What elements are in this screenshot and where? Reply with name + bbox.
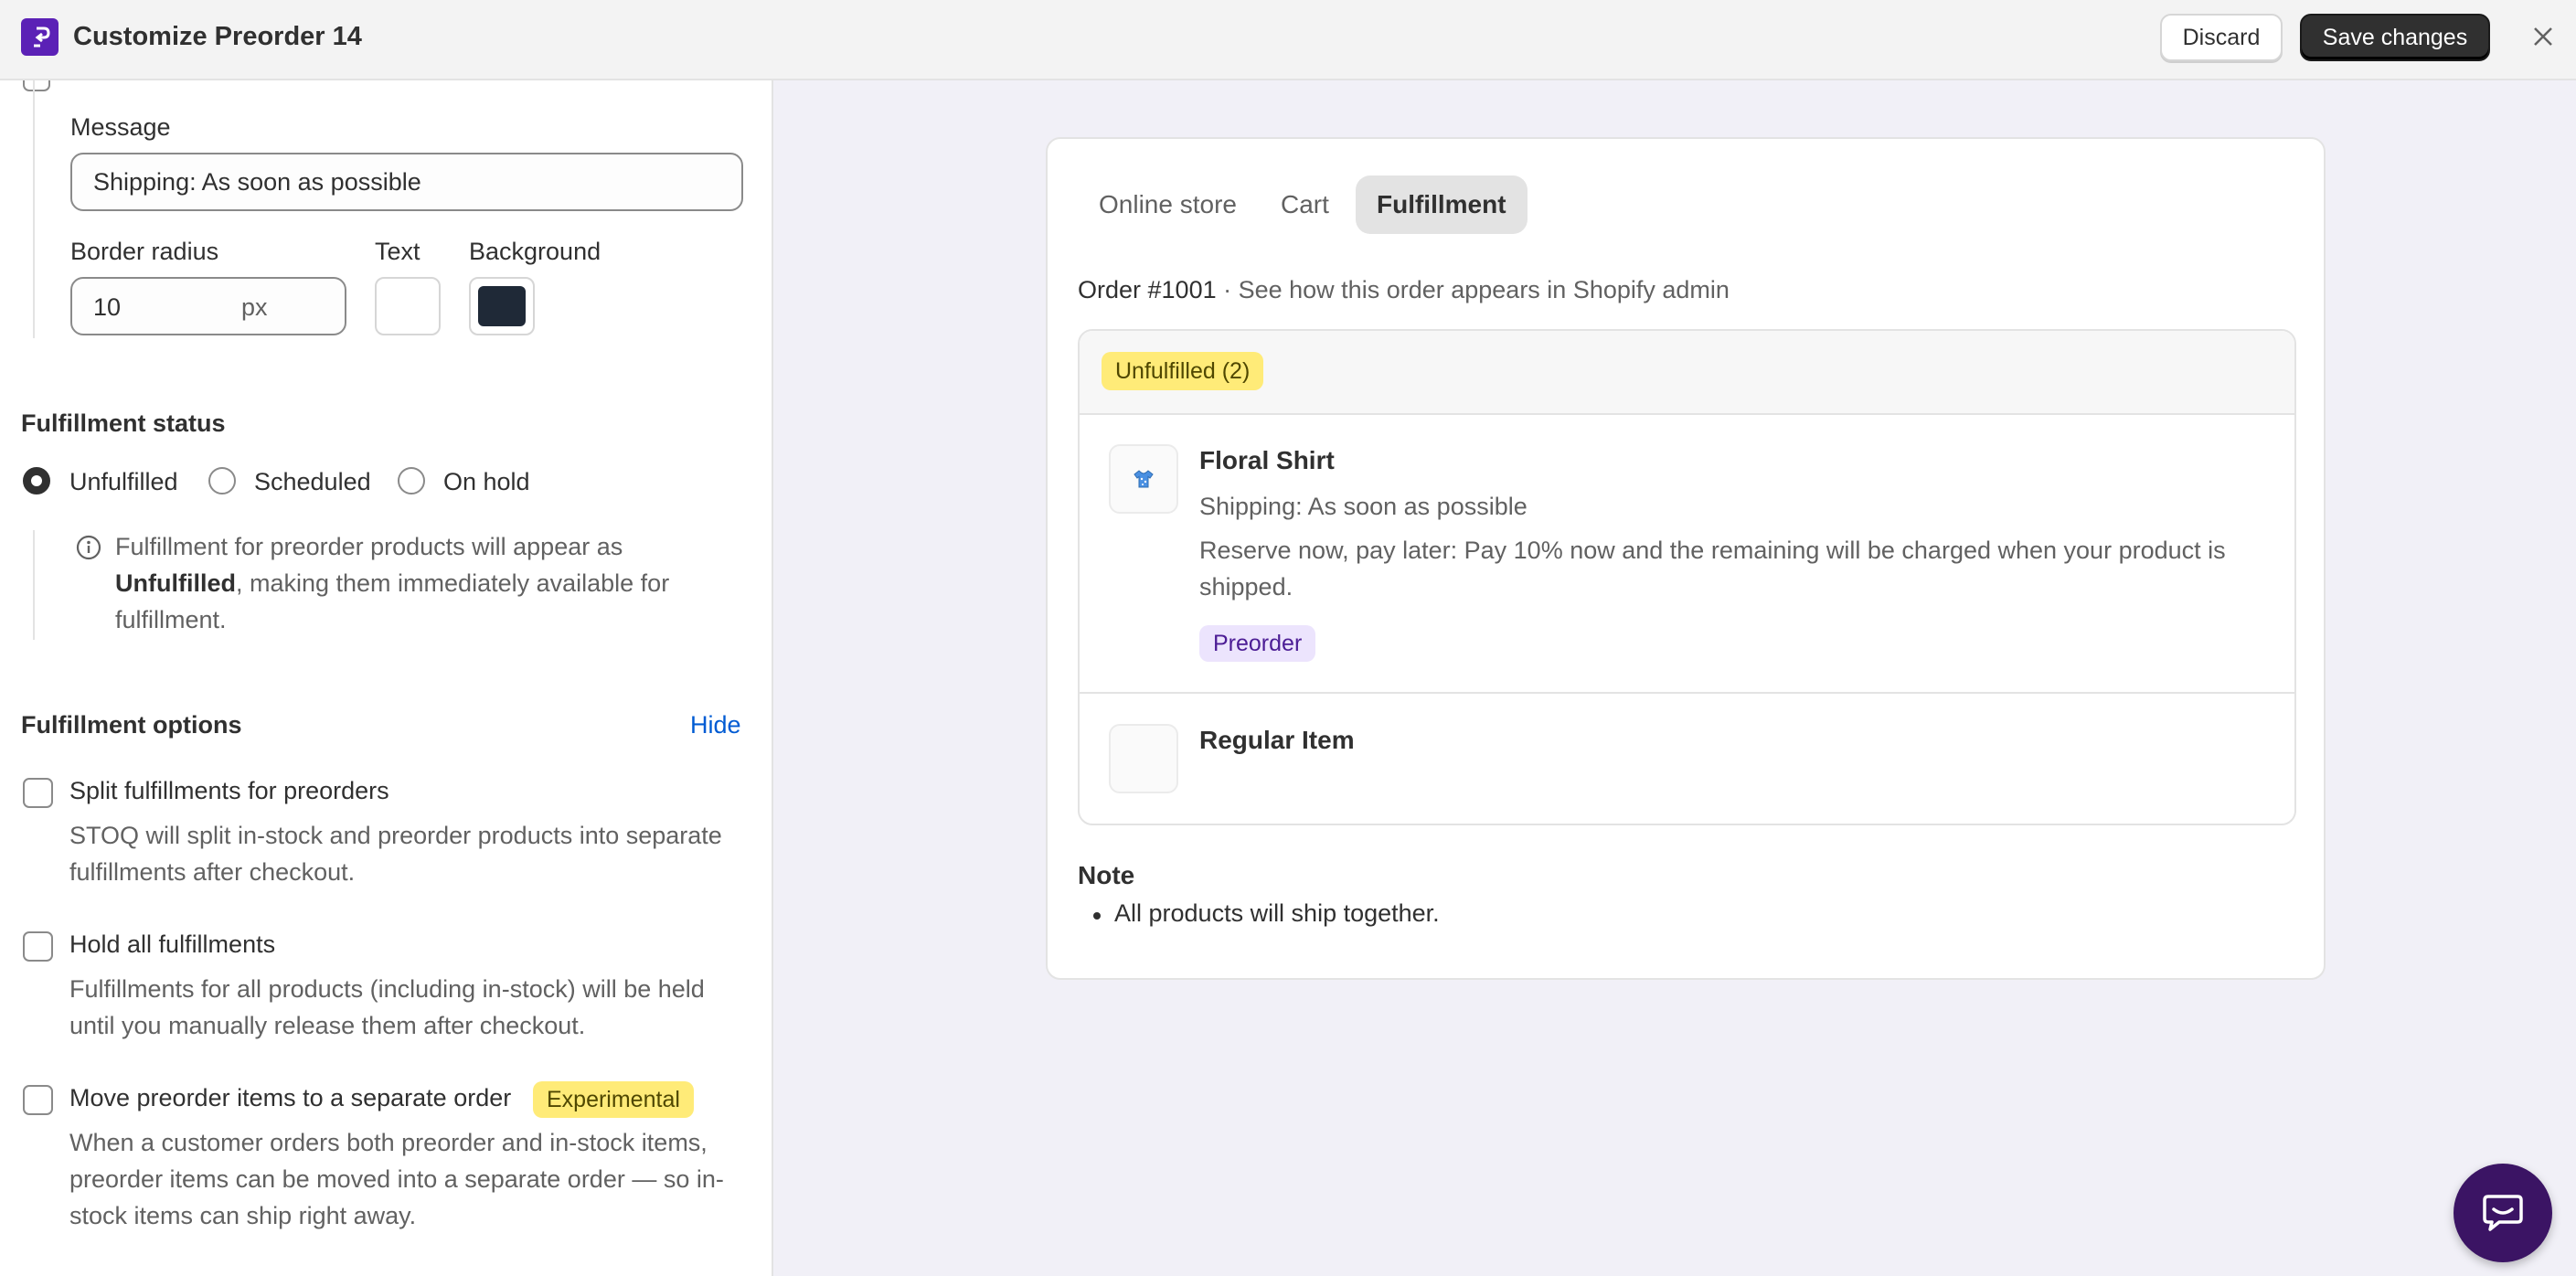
separate-order-checkbox[interactable]	[23, 1085, 53, 1115]
info-prefix: Fulfillment for preorder products will a…	[115, 533, 623, 560]
indent-line	[33, 80, 35, 338]
radio-scheduled[interactable]	[208, 467, 236, 494]
radio-on-hold-label[interactable]: On hold	[443, 468, 530, 496]
item-name-floral-shirt: Floral Shirt	[1199, 446, 1335, 474]
order-summary-line: Order #1001 · See how this order appears…	[1078, 276, 1730, 304]
border-radius-input[interactable]: 10 px	[70, 277, 346, 335]
save-changes-button[interactable]: Save changes	[2300, 14, 2490, 61]
product-image-placeholder	[1109, 724, 1178, 793]
fulfillment-status-info: Fulfillment for preorder products will a…	[115, 528, 719, 638]
order-number: Order #1001	[1078, 276, 1217, 303]
radio-unfulfilled[interactable]	[23, 467, 50, 494]
item-name-regular: Regular Item	[1199, 726, 1355, 754]
radio-unfulfilled-label[interactable]: Unfulfilled	[69, 468, 178, 496]
item-shipping-text: Shipping: As soon as possible	[1199, 493, 1528, 520]
separate-order-label[interactable]: Move preorder items to a separate order	[69, 1084, 511, 1112]
text-color-label: Text	[375, 238, 420, 265]
info-indent-line	[33, 530, 35, 640]
radio-scheduled-label[interactable]: Scheduled	[254, 468, 371, 496]
background-color-label: Background	[469, 238, 601, 265]
split-fulfillments-label[interactable]: Split fulfillments for preorders	[69, 777, 389, 805]
note-bullet	[1093, 912, 1101, 920]
radio-on-hold[interactable]	[398, 467, 425, 494]
info-icon	[75, 534, 102, 561]
note-title: Note	[1078, 861, 1135, 889]
message-input[interactable]: Shipping: As soon as possible	[70, 153, 743, 211]
background-color-fill	[478, 286, 526, 326]
separate-order-description: When a customer orders both preorder and…	[69, 1129, 724, 1229]
settings-panel[interactable]: Message Shipping: As soon as possible Bo…	[0, 80, 773, 1276]
split-fulfillments-checkbox[interactable]	[23, 778, 53, 808]
partial-checkbox[interactable]	[23, 80, 50, 91]
hide-link[interactable]: Hide	[690, 711, 741, 739]
hold-fulfillments-label[interactable]: Hold all fulfillments	[69, 930, 275, 959]
chat-bubble-icon	[2483, 1195, 2523, 1231]
chat-button[interactable]	[2454, 1164, 2552, 1262]
order-separator: ·	[1216, 276, 1239, 303]
unfulfilled-badge: Unfulfilled (2)	[1102, 352, 1264, 390]
preview-pane: Online store Cart Fulfillment Order #100…	[773, 80, 2576, 1276]
info-bold: Unfulfilled	[115, 569, 236, 597]
item-payment-terms: Reserve now, pay later: Pay 10% now and …	[1199, 537, 2226, 601]
border-radius-value: 10	[93, 293, 122, 321]
page-title: Customize Preorder 14	[73, 22, 362, 51]
title-bar: Customize Preorder 14 Discard Save chang…	[0, 0, 2576, 80]
close-icon[interactable]	[2525, 18, 2561, 55]
tab-fulfillment[interactable]: Fulfillment	[1356, 175, 1528, 234]
hold-fulfillments-description: Fulfillments for all products (including…	[69, 975, 705, 1039]
hold-fulfillments-checkbox[interactable]	[23, 931, 53, 962]
background-color-swatch[interactable]	[469, 277, 535, 335]
order-preview-box: Unfulfilled (2) Floral Shirt Shipping: A…	[1078, 329, 2296, 825]
item-divider	[1080, 692, 2294, 694]
order-box-header: Unfulfilled (2)	[1080, 331, 2294, 415]
discard-button[interactable]: Discard	[2160, 14, 2283, 61]
app-logo-icon	[21, 18, 59, 56]
tab-online-store[interactable]: Online store	[1099, 175, 1237, 234]
preorder-badge: Preorder	[1199, 625, 1316, 662]
preview-card: Online store Cart Fulfillment Order #100…	[1046, 137, 2326, 980]
fulfillment-options-title: Fulfillment options	[21, 711, 242, 739]
tab-cart[interactable]: Cart	[1281, 175, 1329, 234]
fulfillment-status-title: Fulfillment status	[21, 409, 226, 437]
order-hint: See how this order appears in Shopify ad…	[1238, 276, 1730, 303]
border-radius-label: Border radius	[70, 238, 219, 265]
message-label: Message	[70, 113, 171, 141]
split-fulfillments-description: STOQ will split in-stock and preorder pr…	[69, 822, 722, 886]
experimental-badge: Experimental	[533, 1081, 694, 1118]
border-radius-unit: px	[241, 293, 268, 321]
note-item: All products will ship together.	[1114, 899, 1440, 927]
shirt-icon	[1109, 444, 1178, 514]
text-color-swatch[interactable]	[375, 277, 441, 335]
text-color-fill	[384, 286, 431, 326]
